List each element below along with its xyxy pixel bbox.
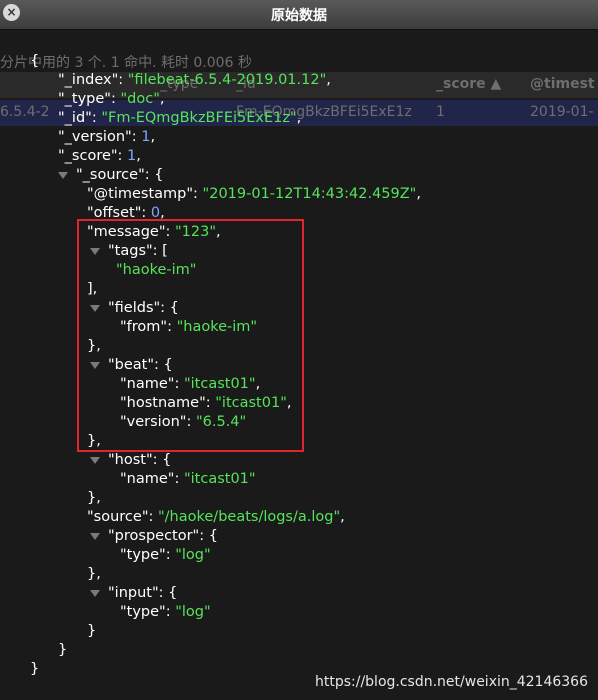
expand-toggle-icon[interactable]: [58, 171, 68, 179]
json-host[interactable]: "host": {: [90, 451, 171, 470]
json-open-brace: {: [30, 53, 40, 69]
expand-toggle-icon[interactable]: [90, 456, 100, 464]
json-prospector-type: "type": "log": [120, 547, 211, 563]
json-prospector[interactable]: "prospector": {: [90, 527, 218, 546]
json-prospector-close: },: [87, 566, 101, 582]
highlight-box: [77, 219, 304, 452]
json-id: "_id": "Fm-EQmgBkzBFEi5ExE1z",: [58, 110, 302, 126]
expand-toggle-icon[interactable]: [90, 589, 100, 597]
json-timestamp: "@timestamp": "2019-01-12T14:43:42.459Z"…: [87, 186, 421, 202]
expand-toggle-icon[interactable]: [90, 532, 100, 540]
json-source-close: }: [58, 642, 68, 658]
json-input-type: "type": "log": [120, 604, 211, 620]
json-source[interactable]: "_source": {: [58, 166, 163, 185]
json-host-close: },: [87, 490, 101, 506]
row-index: 6.5.4-2: [0, 104, 50, 120]
json-score: "_score": 1,: [58, 148, 141, 164]
json-close-brace: }: [30, 661, 40, 677]
json-type: "_type": "doc",: [58, 91, 165, 107]
row-score: 1: [436, 104, 445, 120]
json-host-name: "name": "itcast01": [120, 471, 256, 487]
window-titlebar: × 原始数据: [0, 0, 598, 30]
json-version: "_version": 1,: [58, 129, 156, 145]
json-source-path: "source": "/haoke/beats/logs/a.log",: [87, 509, 345, 525]
json-input[interactable]: "input": {: [90, 584, 177, 603]
col-timestamp[interactable]: @timest: [530, 76, 595, 92]
row-timestamp: 2019-01-: [530, 104, 594, 120]
json-input-close: }: [87, 623, 97, 639]
window-title: 原始数据: [271, 8, 327, 24]
col-score[interactable]: _score ▲: [436, 76, 501, 92]
json-index: "_index": "filebeat-6.5.4-2019.01.12",: [58, 72, 331, 88]
watermark: https://blog.csdn.net/weixin_42146366: [314, 674, 588, 690]
